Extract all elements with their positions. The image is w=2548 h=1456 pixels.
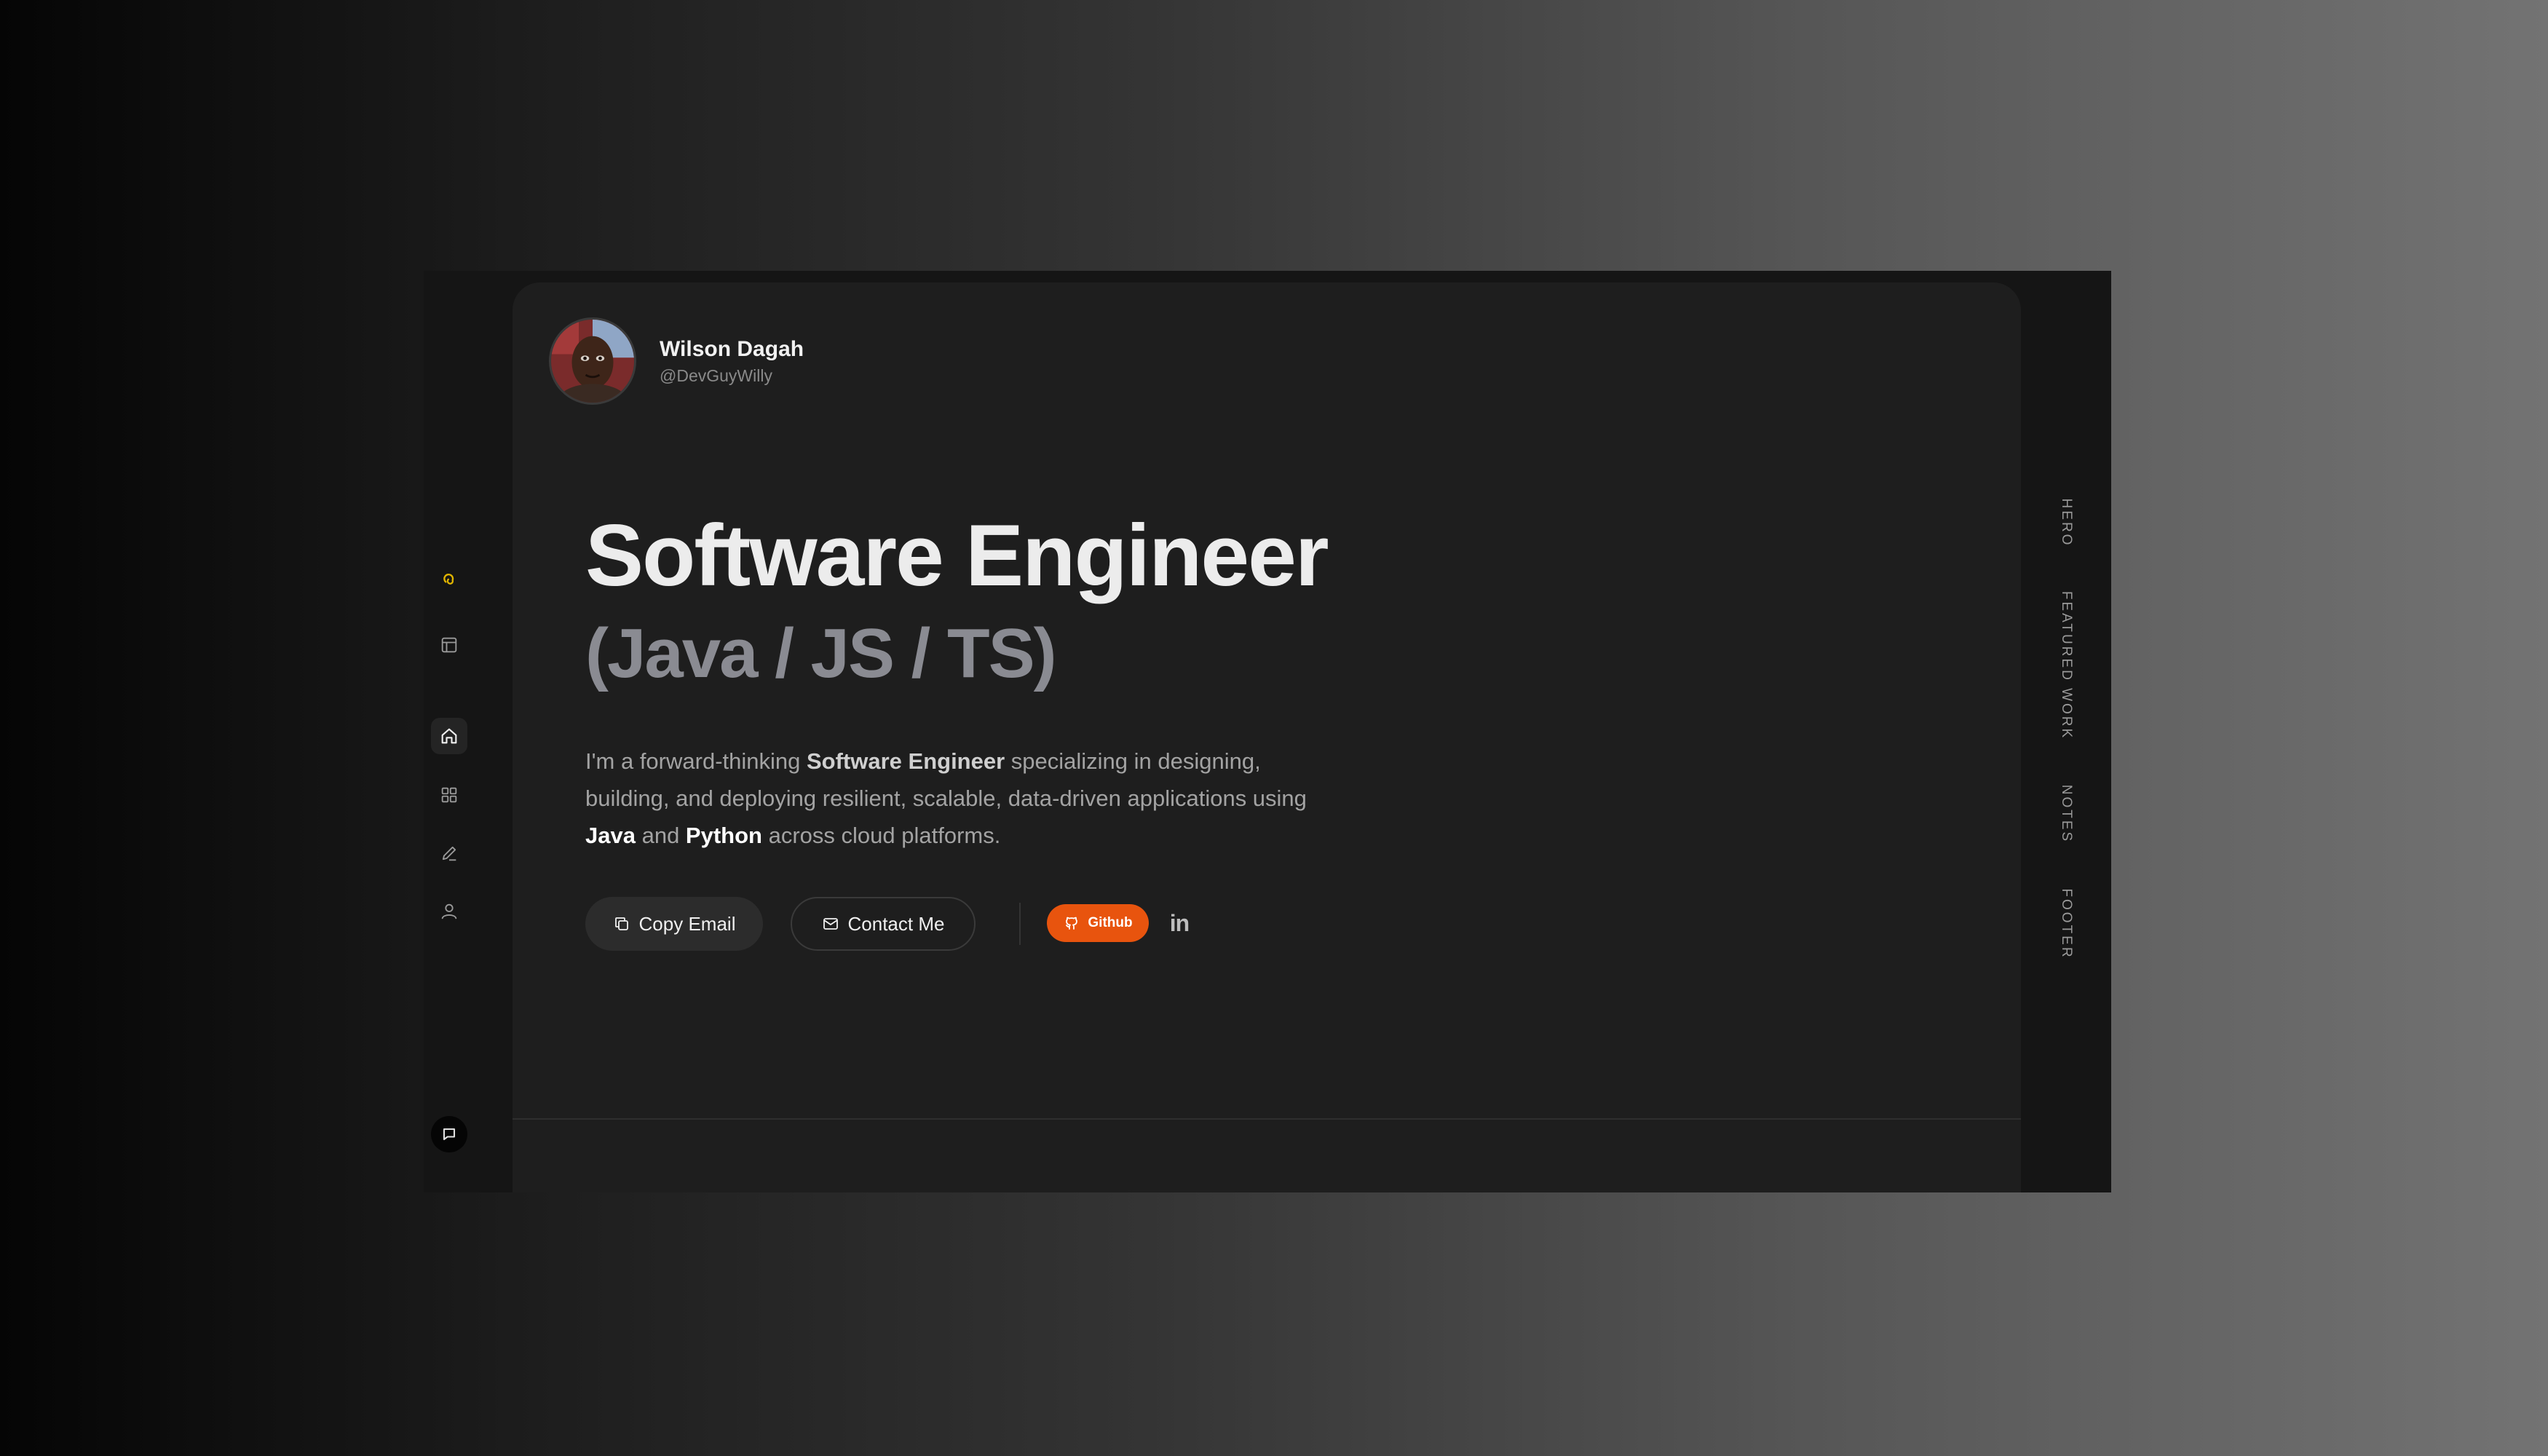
contact-me-label: Contact Me bbox=[847, 912, 945, 935]
linkedin-link[interactable]: in bbox=[1165, 909, 1194, 938]
home-icon bbox=[441, 728, 457, 744]
linkedin-icon: in bbox=[1169, 909, 1190, 936]
layout-panel-icon bbox=[441, 637, 457, 653]
github-icon bbox=[1066, 917, 1078, 930]
grid-icon bbox=[441, 787, 457, 803]
sidebar-item-about[interactable] bbox=[431, 893, 467, 930]
section-nav-featured-work[interactable]: FEATURED WORK bbox=[2058, 591, 2074, 740]
app-window: Wilson Dagah @DevGuyWilly Software Engin… bbox=[424, 271, 2111, 1192]
desc-text-4: across cloud platforms. bbox=[761, 823, 1001, 848]
section-nav-hero[interactable]: HERO bbox=[2058, 499, 2074, 547]
desc-text-1: I'm a forward-thinking bbox=[585, 748, 807, 774]
desc-strong-role: Software Engineer bbox=[806, 748, 1005, 774]
profile-header: Wilson Dagah @DevGuyWilly bbox=[549, 317, 804, 405]
profile-handle: @DevGuyWilly bbox=[660, 366, 772, 385]
logo-button[interactable] bbox=[431, 562, 467, 598]
main-card: Wilson Dagah @DevGuyWilly Software Engin… bbox=[513, 282, 2021, 1192]
pen-icon bbox=[442, 846, 456, 861]
github-label: Github bbox=[1088, 915, 1133, 930]
chat-button[interactable] bbox=[431, 1116, 467, 1152]
avatar bbox=[549, 317, 636, 405]
hero-description: I'm a forward-thinking Software Engineer… bbox=[585, 743, 1342, 854]
user-icon bbox=[441, 903, 457, 919]
github-link[interactable]: Github bbox=[1047, 904, 1149, 942]
profile-name: Wilson Dagah bbox=[660, 337, 804, 361]
sidebar-item-notes[interactable] bbox=[431, 835, 467, 871]
hero-title: Software Engineer bbox=[585, 507, 1329, 604]
chat-icon bbox=[443, 1128, 456, 1141]
spiral-logo-icon bbox=[443, 573, 454, 585]
copy-email-button[interactable]: Copy Email bbox=[585, 897, 763, 951]
layout-button[interactable] bbox=[431, 627, 467, 663]
left-sidebar bbox=[424, 271, 513, 1192]
copy-email-label: Copy Email bbox=[638, 912, 736, 935]
sidebar-item-home[interactable] bbox=[431, 718, 467, 754]
section-divider bbox=[513, 1118, 2021, 1120]
desc-strong-python: Python bbox=[685, 823, 762, 848]
contact-me-button[interactable]: Contact Me bbox=[791, 897, 976, 951]
section-nav-notes[interactable]: NOTES bbox=[2058, 785, 2074, 843]
copy-icon bbox=[614, 917, 628, 930]
hero-subtitle: (Java / JS / TS) bbox=[585, 614, 1057, 692]
profile-photo bbox=[551, 320, 634, 403]
actions-divider bbox=[1019, 903, 1021, 945]
desc-text-3: and bbox=[635, 823, 686, 848]
section-nav: HERO FEATURED WORK NOTES FOOTER bbox=[2021, 271, 2111, 1192]
section-nav-footer[interactable]: FOOTER bbox=[2058, 888, 2074, 959]
sidebar-item-projects[interactable] bbox=[431, 777, 467, 813]
mail-icon bbox=[823, 918, 838, 930]
desc-strong-java: Java bbox=[585, 823, 636, 848]
